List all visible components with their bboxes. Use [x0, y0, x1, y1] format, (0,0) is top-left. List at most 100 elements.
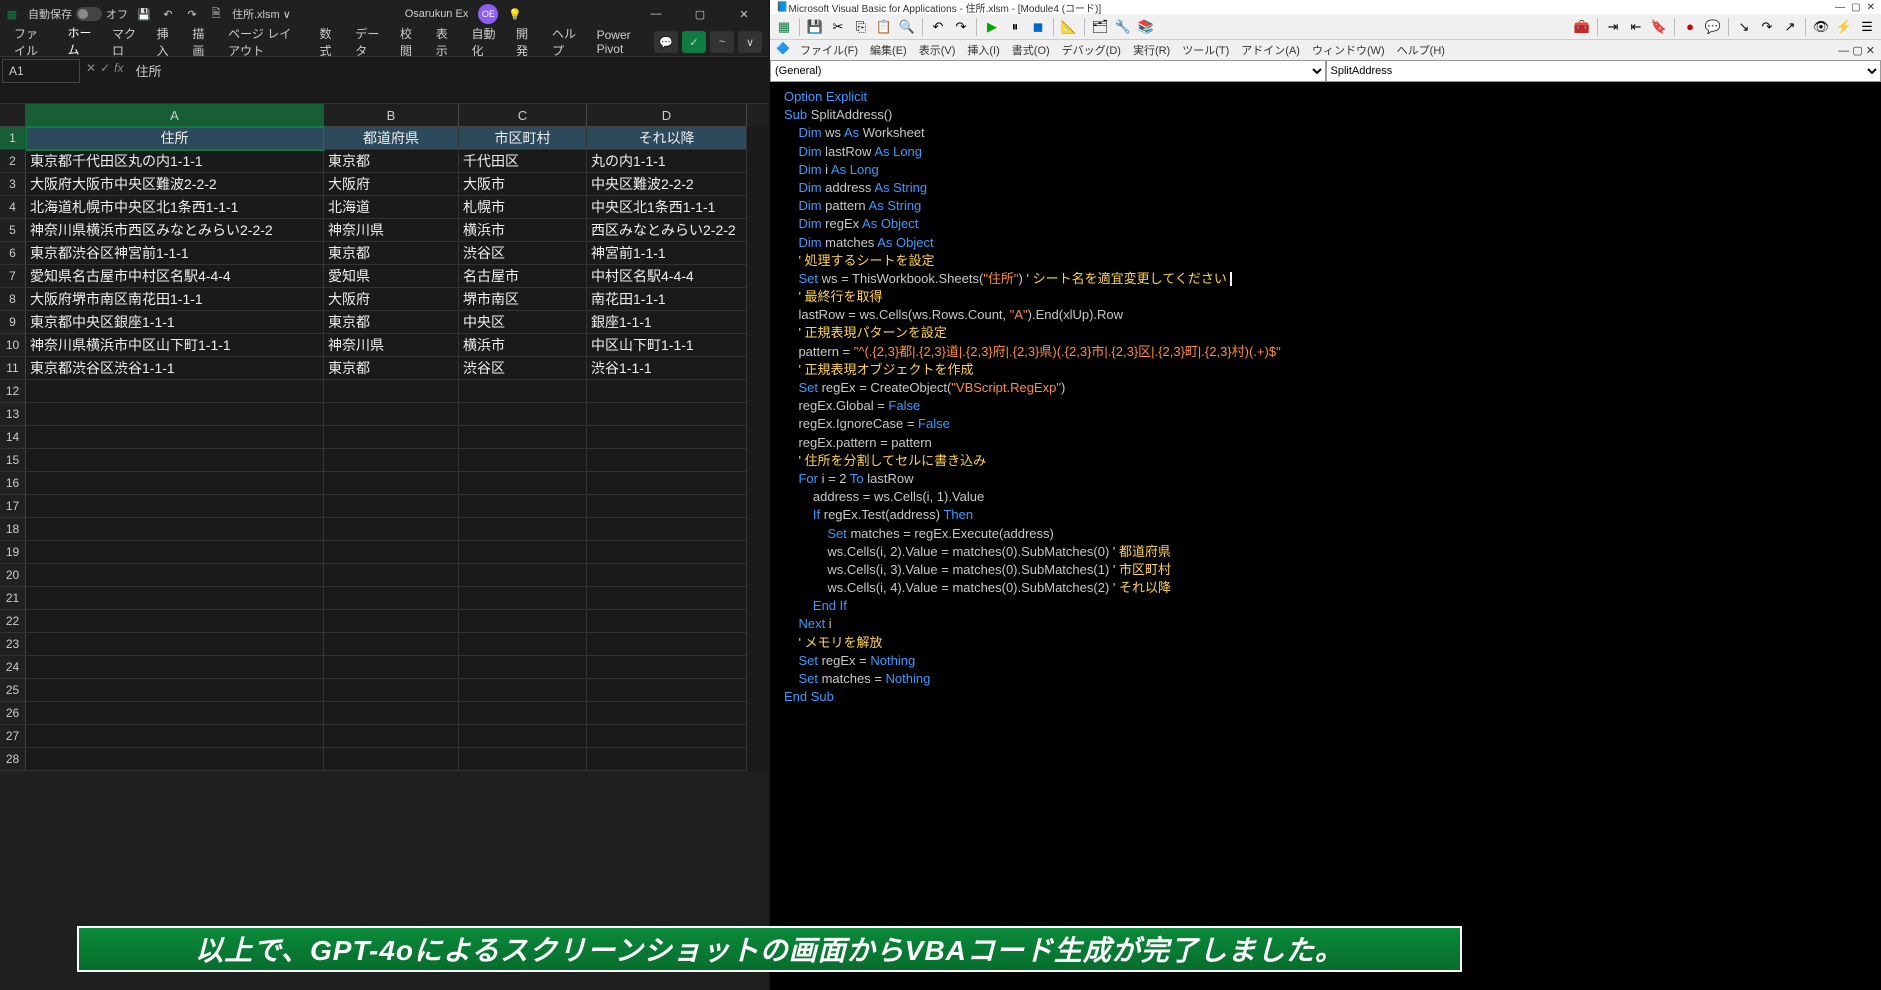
cell[interactable] [26, 656, 324, 679]
cell[interactable]: 神宮前1-1-1 [587, 242, 747, 265]
cell[interactable] [324, 725, 459, 748]
menu-item[interactable]: 実行(R) [1127, 40, 1176, 60]
cell[interactable] [459, 587, 587, 610]
cell[interactable] [459, 679, 587, 702]
cell[interactable] [26, 564, 324, 587]
row-header[interactable]: 18 [0, 518, 26, 541]
redo-icon[interactable]: ↷ [184, 6, 200, 22]
row-header[interactable]: 19 [0, 541, 26, 564]
cell[interactable] [587, 656, 747, 679]
cell[interactable]: 中村区名駅4-4-4 [587, 265, 747, 288]
run-icon[interactable]: ▶ [982, 17, 1002, 37]
cell[interactable]: 中央区北1条西1-1-1 [587, 196, 747, 219]
cell[interactable] [324, 610, 459, 633]
cell[interactable] [26, 679, 324, 702]
minimize-button[interactable]: — [1835, 2, 1845, 13]
cell[interactable] [26, 380, 324, 403]
cell[interactable]: 東京都 [324, 311, 459, 334]
cell[interactable] [459, 633, 587, 656]
cell[interactable] [26, 748, 324, 771]
view-excel-icon[interactable]: ▦ [774, 17, 794, 37]
cell[interactable]: 中央区難波2-2-2 [587, 173, 747, 196]
cell[interactable] [324, 426, 459, 449]
cell[interactable] [459, 725, 587, 748]
column-header[interactable]: B [324, 104, 459, 127]
undo-icon[interactable]: ↶ [928, 17, 948, 37]
row-header[interactable]: 24 [0, 656, 26, 679]
row-header[interactable]: 23 [0, 633, 26, 656]
cell[interactable] [26, 702, 324, 725]
cell[interactable] [26, 449, 324, 472]
paste-icon[interactable]: 📋 [874, 17, 894, 37]
cell[interactable] [26, 426, 324, 449]
cell[interactable]: 東京都千代田区丸の内1-1-1 [26, 150, 324, 173]
ribbon-tab[interactable]: Power Pivot [589, 24, 652, 60]
cell[interactable] [587, 748, 747, 771]
cancel-icon[interactable]: ✕ [86, 61, 96, 75]
cell[interactable] [26, 725, 324, 748]
mdi-close-icon[interactable]: — ▢ ✕ [1838, 44, 1875, 57]
cell[interactable] [26, 403, 324, 426]
row-header[interactable]: 12 [0, 380, 26, 403]
ribbon-action-button[interactable]: ~ [710, 31, 734, 53]
object-browser-icon[interactable]: 📚 [1136, 17, 1156, 37]
cell[interactable]: 中区山下町1-1-1 [587, 334, 747, 357]
cell[interactable] [587, 472, 747, 495]
menu-item[interactable]: 書式(O) [1006, 40, 1056, 60]
formula-input[interactable]: 住所 [127, 57, 768, 97]
menu-item[interactable]: ヘルプ(H) [1391, 40, 1451, 60]
cell[interactable] [459, 564, 587, 587]
column-header[interactable]: A [26, 104, 324, 127]
menu-item[interactable]: アドイン(A) [1235, 40, 1306, 60]
undo-icon[interactable]: ↶ [160, 6, 176, 22]
close-button[interactable]: ✕ [724, 0, 764, 28]
cell[interactable]: 堺市南区 [459, 288, 587, 311]
cell[interactable]: 神奈川県横浜市中区山下町1-1-1 [26, 334, 324, 357]
cell[interactable] [324, 633, 459, 656]
enter-icon[interactable]: ✓ [100, 61, 110, 75]
menu-item[interactable]: 表示(V) [913, 40, 962, 60]
cell[interactable] [26, 495, 324, 518]
step-over-icon[interactable]: ↷ [1757, 17, 1777, 37]
cell[interactable]: 神奈川県 [324, 219, 459, 242]
cell[interactable] [459, 495, 587, 518]
row-header[interactable]: 15 [0, 449, 26, 472]
cell[interactable]: 愛知県 [324, 265, 459, 288]
column-header[interactable]: D [587, 104, 747, 127]
cell[interactable] [459, 702, 587, 725]
step-into-icon[interactable]: ↘ [1734, 17, 1754, 37]
cell[interactable] [587, 495, 747, 518]
cell[interactable] [459, 403, 587, 426]
cell[interactable]: 愛知県名古屋市中村区名駅4-4-4 [26, 265, 324, 288]
row-header[interactable]: 9 [0, 311, 26, 334]
search-label[interactable]: Osarukun Ex [405, 8, 469, 20]
cell[interactable]: 神奈川県 [324, 334, 459, 357]
cell[interactable] [324, 495, 459, 518]
cell[interactable] [587, 518, 747, 541]
close-button[interactable]: ✕ [1867, 2, 1875, 13]
cell[interactable] [324, 380, 459, 403]
cell[interactable] [324, 702, 459, 725]
row-header[interactable]: 27 [0, 725, 26, 748]
cell[interactable]: 東京都 [324, 357, 459, 380]
cell[interactable]: 南花田1-1-1 [587, 288, 747, 311]
cell[interactable]: 札幌市 [459, 196, 587, 219]
name-box[interactable] [2, 59, 80, 83]
row-header[interactable]: 20 [0, 564, 26, 587]
cell[interactable] [459, 380, 587, 403]
cell[interactable]: 東京都渋谷区神宮前1-1-1 [26, 242, 324, 265]
cell[interactable] [459, 518, 587, 541]
cell[interactable]: 名古屋市 [459, 265, 587, 288]
cell[interactable] [324, 403, 459, 426]
cell[interactable] [324, 541, 459, 564]
cell[interactable] [587, 403, 747, 426]
cell[interactable] [324, 449, 459, 472]
menu-item[interactable]: 編集(E) [864, 40, 913, 60]
cell[interactable] [459, 472, 587, 495]
row-header[interactable]: 8 [0, 288, 26, 311]
object-dropdown[interactable]: (General) [770, 60, 1326, 82]
row-header[interactable]: 3 [0, 173, 26, 196]
cell[interactable] [459, 449, 587, 472]
indent-icon[interactable]: ⇥ [1603, 17, 1623, 37]
cell[interactable]: 大阪府堺市南区南花田1-1-1 [26, 288, 324, 311]
